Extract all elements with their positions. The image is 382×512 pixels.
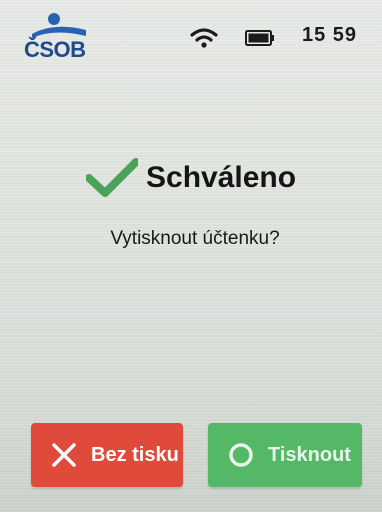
terminal-screen: ČSOB 15 59 Schváleno Vytisknout účtenku?… — [0, 0, 382, 512]
close-icon — [52, 443, 76, 467]
print-receipt-prompt: Vytisknout účtenku? — [110, 228, 280, 249]
circle-icon — [229, 443, 253, 467]
no-print-button[interactable]: Bez tisku — [31, 423, 183, 487]
logo-text: ČSOB — [24, 37, 86, 62]
csob-logo-mark — [32, 13, 86, 38]
battery-icon — [245, 30, 274, 46]
no-print-label: Bez tisku — [91, 443, 179, 466]
status-bar: ČSOB 15 59 — [0, 0, 382, 70]
status-title: Schváleno — [146, 161, 297, 194]
check-icon — [86, 158, 138, 197]
approval-status: Schváleno — [86, 156, 296, 200]
csob-logo: ČSOB — [24, 12, 96, 68]
print-label: Tisknout — [268, 443, 351, 466]
wifi-icon — [190, 28, 218, 48]
print-button[interactable]: Tisknout — [208, 423, 362, 487]
clock: 15 59 — [302, 24, 358, 46]
